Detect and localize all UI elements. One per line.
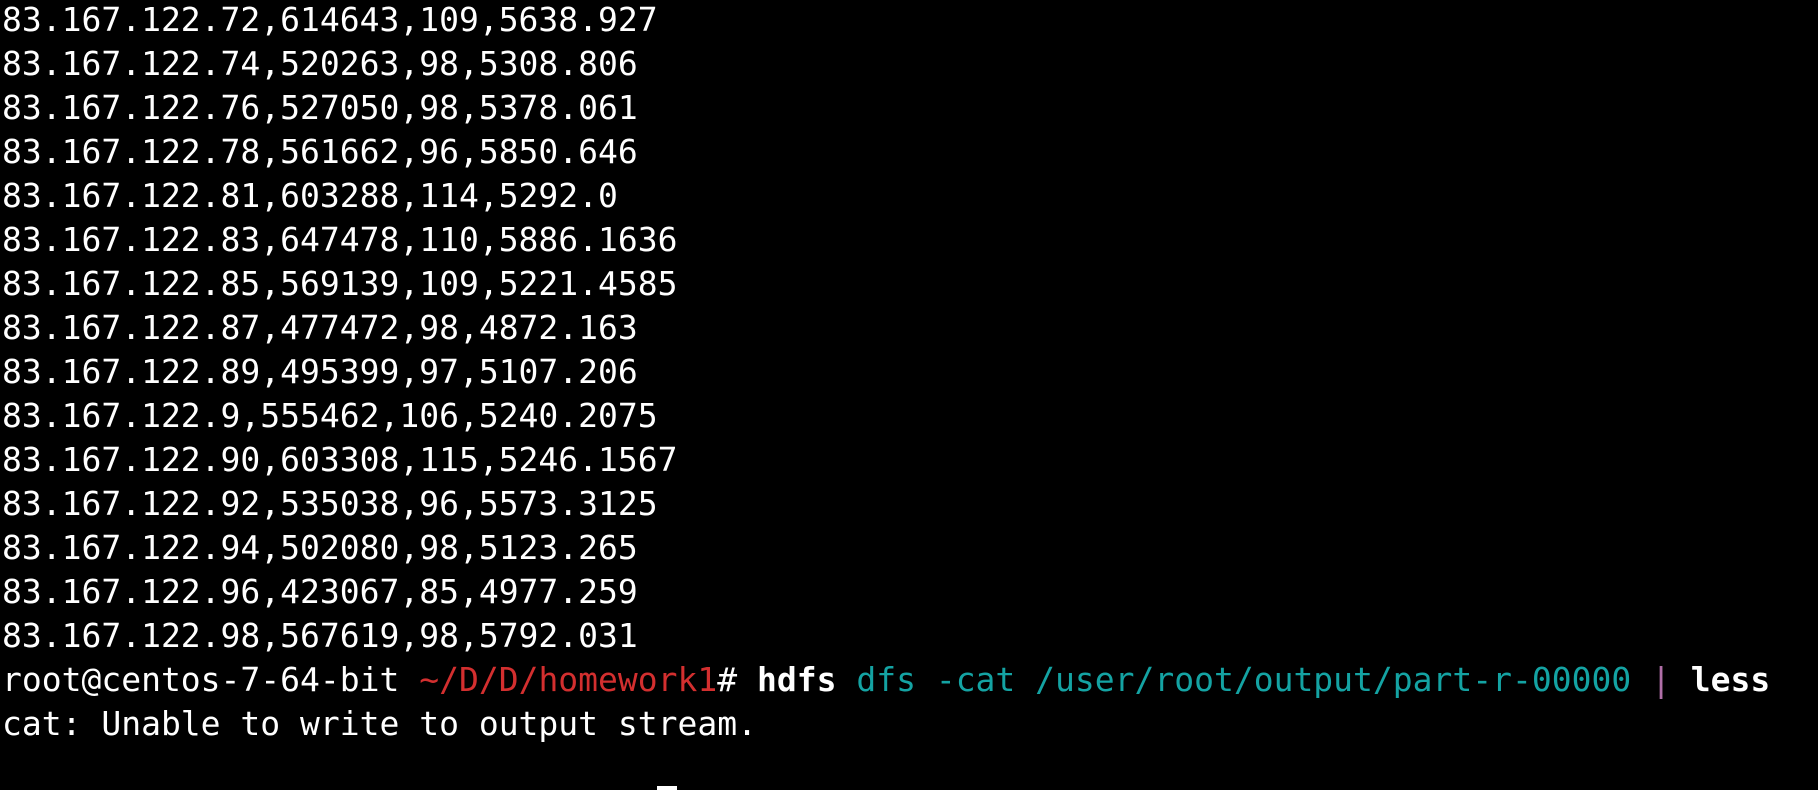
output-line: 83.167.122.85,569139,109,5221.4585 (2, 264, 678, 303)
output-line: 83.167.122.90,603308,115,5246.1567 (2, 440, 678, 479)
prompt-line: root@centos-7-64-bit ~/D/D/homework1# hd… (2, 658, 1818, 702)
output-line: 83.167.122.74,520263,98,5308.806 (2, 44, 638, 83)
error-line: cat: Unable to write to output stream. (2, 702, 1818, 746)
error-text: cat: Unable to write to output stream. (2, 704, 757, 743)
output-line: 83.167.122.81,603288,114,5292.0 (2, 176, 618, 215)
output-line: 83.167.122.87,477472,98,4872.163 (2, 308, 638, 347)
output-line: 83.167.122.78,561662,96,5850.646 (2, 132, 638, 171)
output-line: 83.167.122.92,535038,96,5573.3125 (2, 484, 658, 523)
input-line[interactable] (2, 746, 1818, 790)
text-cursor (657, 786, 677, 790)
prompt-path: ~/D/D/homework1 (419, 660, 718, 699)
terminal-output: 83.167.122.72,614643,109,5638.927 83.167… (2, 0, 1818, 790)
output-line: 83.167.122.9,555462,106,5240.2075 (2, 396, 658, 435)
output-line: 83.167.122.94,502080,98,5123.265 (2, 528, 638, 567)
output-line: 83.167.122.89,495399,97,5107.206 (2, 352, 638, 391)
output-line: 83.167.122.83,647478,110,5886.1636 (2, 220, 678, 259)
command-name: hdfs (757, 660, 837, 699)
pipe-target-command: less (1670, 660, 1771, 699)
output-line: 83.167.122.98,567619,98,5792.031 (2, 616, 638, 655)
terminal-window[interactable]: 83.167.122.72,614643,109,5638.927 83.167… (0, 0, 1818, 790)
pipe-symbol: | (1651, 660, 1671, 699)
output-line: 83.167.122.96,423067,85,4977.259 (2, 572, 638, 611)
prompt-user-host: root@centos-7-64-bit (2, 660, 420, 699)
prompt-symbol: # (717, 660, 757, 699)
command-args: dfs -cat /user/root/output/part-r-00000 (836, 660, 1652, 699)
output-line: 83.167.122.72,614643,109,5638.927 (2, 0, 658, 39)
output-line: 83.167.122.76,527050,98,5378.061 (2, 88, 638, 127)
